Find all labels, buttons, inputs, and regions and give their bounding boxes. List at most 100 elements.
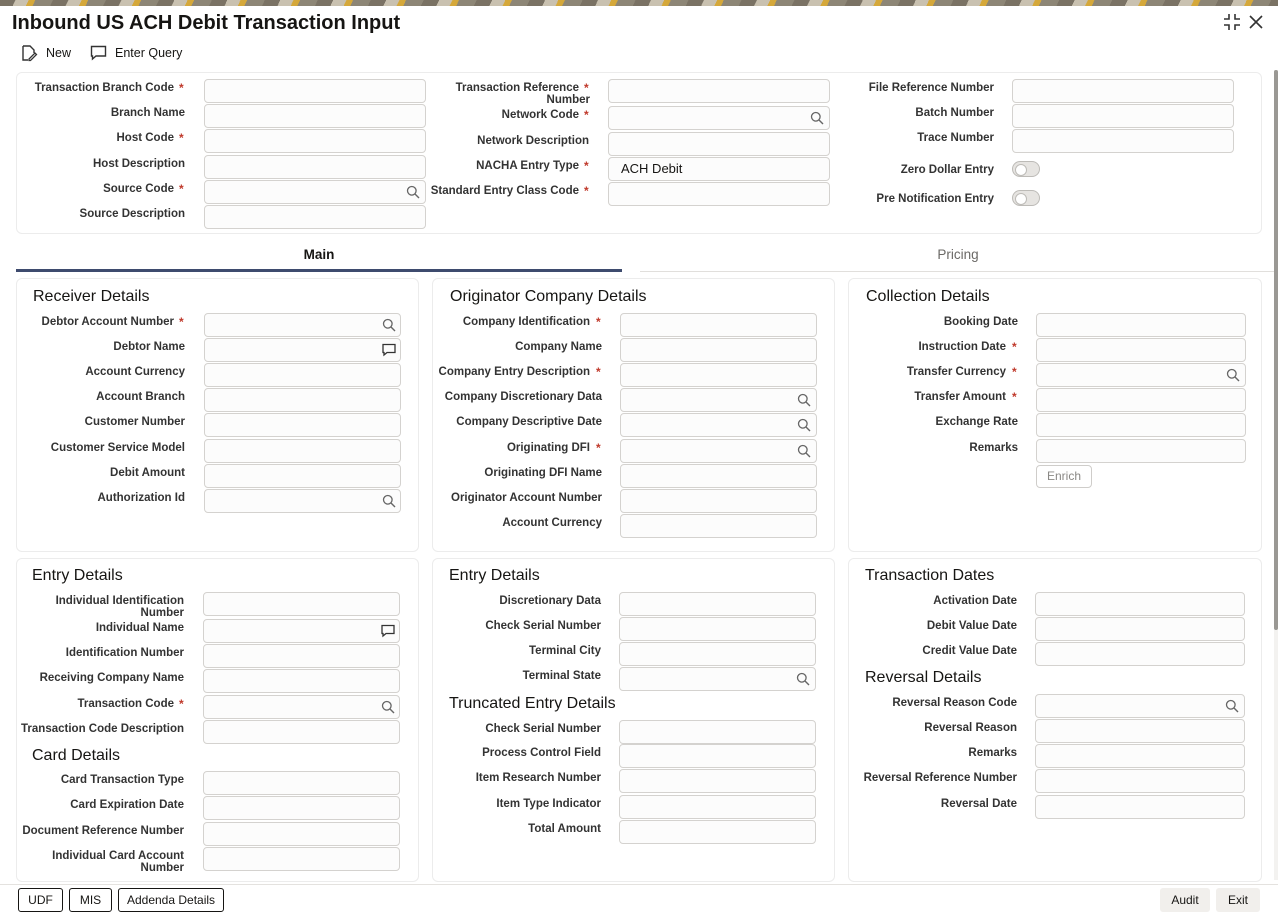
trace-number-input[interactable] <box>1012 129 1234 153</box>
search-icon[interactable] <box>797 393 811 407</box>
debit-value-date-input[interactable] <box>1035 617 1245 641</box>
terminal-city-input[interactable] <box>619 642 816 666</box>
check-serial-number-input[interactable] <box>619 617 816 641</box>
reversal-date-input[interactable] <box>1035 795 1245 819</box>
customer-service-model-input[interactable] <box>204 439 401 463</box>
card-expiration-date-input[interactable] <box>203 796 400 820</box>
search-icon[interactable] <box>382 318 396 332</box>
individual-card-account-number-input[interactable] <box>203 847 400 871</box>
file-reference-number-input[interactable] <box>1012 79 1234 103</box>
collection-remarks-input[interactable] <box>1036 439 1246 463</box>
search-icon[interactable] <box>382 494 396 508</box>
search-icon[interactable] <box>1226 368 1240 382</box>
network-code-input[interactable] <box>608 106 830 130</box>
process-control-field-input[interactable] <box>619 744 816 768</box>
new-button[interactable]: New <box>20 44 71 62</box>
terminal-state-input[interactable] <box>619 667 816 691</box>
reversal-reason-input[interactable] <box>1035 719 1245 743</box>
reversal-reason-label: Reversal Reason <box>924 722 1017 734</box>
item-research-number-input[interactable] <box>619 769 816 793</box>
identification-number-input[interactable] <box>203 644 400 668</box>
booking-date-input[interactable] <box>1036 313 1246 337</box>
document-reference-number-input[interactable] <box>203 822 400 846</box>
transfer-currency-input[interactable] <box>1036 363 1246 387</box>
individual-name-input[interactable] <box>203 619 400 643</box>
item-type-indicator-label: Item Type Indicator <box>496 798 601 810</box>
tab-pricing[interactable]: Pricing <box>640 246 1276 272</box>
card-transaction-type-input[interactable] <box>203 771 400 795</box>
addenda-details-button[interactable]: Addenda Details <box>118 888 224 912</box>
required-marker: * <box>1012 365 1017 379</box>
enrich-button[interactable]: Enrich <box>1036 465 1092 488</box>
company-entry-description-input[interactable] <box>620 363 817 387</box>
tab-main[interactable]: Main <box>16 246 622 272</box>
individual-identification-number-input[interactable] <box>203 592 400 616</box>
authorization-id-input[interactable] <box>204 489 401 513</box>
company-descriptive-date-input[interactable] <box>620 413 817 437</box>
reversal-reason-code-input[interactable] <box>1035 694 1245 718</box>
pre-notification-entry-toggle[interactable] <box>1012 190 1040 206</box>
search-icon[interactable] <box>406 185 420 199</box>
branch-name-input[interactable] <box>204 104 426 128</box>
search-icon[interactable] <box>797 418 811 432</box>
close-icon[interactable] <box>1248 12 1264 36</box>
source-code-input[interactable] <box>204 180 426 204</box>
comment-icon[interactable] <box>382 343 396 357</box>
exit-button[interactable]: Exit <box>1216 888 1260 912</box>
company-identification-input[interactable] <box>620 313 817 337</box>
search-icon[interactable] <box>810 111 824 125</box>
host-code-input[interactable] <box>204 129 426 153</box>
search-icon[interactable] <box>797 444 811 458</box>
company-discretionary-data-input[interactable] <box>620 388 817 412</box>
debtor-name-input[interactable] <box>204 338 401 362</box>
reversal-remarks-input[interactable] <box>1035 744 1245 768</box>
host-description-input[interactable] <box>204 155 426 179</box>
transaction-code-description-input[interactable] <box>203 720 400 744</box>
batch-number-input[interactable] <box>1012 104 1234 128</box>
debtor-account-number-input[interactable] <box>204 313 401 337</box>
account-branch-input[interactable] <box>204 388 401 412</box>
total-amount-input[interactable] <box>619 820 816 844</box>
instruction-date-input[interactable] <box>1036 338 1246 362</box>
company-name-input[interactable] <box>620 338 817 362</box>
originator-account-number-input[interactable] <box>620 489 817 513</box>
exchange-rate-input[interactable] <box>1036 413 1246 437</box>
transaction-code-description-label: Transaction Code Description <box>21 723 184 735</box>
originating-dfi-name-input[interactable] <box>620 464 817 488</box>
transfer-amount-input[interactable] <box>1036 388 1246 412</box>
originating-dfi-input[interactable] <box>620 439 817 463</box>
receiving-company-name-input[interactable] <box>203 669 400 693</box>
enter-query-button[interactable]: Enter Query <box>90 44 182 62</box>
scrollbar-thumb[interactable] <box>1274 70 1278 630</box>
udf-button[interactable]: UDF <box>18 888 63 912</box>
transaction-code-input[interactable] <box>203 695 400 719</box>
required-marker: * <box>584 159 589 173</box>
credit-value-date-input[interactable] <box>1035 642 1245 666</box>
entry-details-title-left: Entry Details <box>32 567 123 584</box>
activation-date-input[interactable] <box>1035 592 1245 616</box>
mis-button[interactable]: MIS <box>69 888 112 912</box>
search-icon[interactable] <box>796 672 810 686</box>
account-currency-input[interactable] <box>204 363 401 387</box>
account-branch-label: Account Branch <box>96 391 185 403</box>
network-description-input[interactable] <box>608 132 830 156</box>
audit-button[interactable]: Audit <box>1160 888 1210 912</box>
discretionary-data-input[interactable] <box>619 592 816 616</box>
zero-dollar-entry-toggle[interactable] <box>1012 161 1040 177</box>
transaction-branch-code-input[interactable] <box>204 79 426 103</box>
comment-icon[interactable] <box>381 624 395 638</box>
transaction-reference-number-input[interactable] <box>608 79 830 103</box>
customer-number-input[interactable] <box>204 413 401 437</box>
reversal-reference-number-input[interactable] <box>1035 769 1245 793</box>
nacha-entry-type-input[interactable]: ACH Debit <box>608 157 830 181</box>
search-icon[interactable] <box>1225 699 1239 713</box>
truncated-check-serial-number-input[interactable] <box>619 720 816 744</box>
minimize-icon[interactable] <box>1222 12 1242 36</box>
originator-account-currency-input[interactable] <box>620 514 817 538</box>
debit-amount-input[interactable] <box>204 464 401 488</box>
standard-entry-class-code-input[interactable] <box>608 182 830 206</box>
item-type-indicator-input[interactable] <box>619 795 816 819</box>
reversal-details-title: Reversal Details <box>865 669 982 686</box>
search-icon[interactable] <box>381 700 395 714</box>
source-description-input[interactable] <box>204 205 426 229</box>
